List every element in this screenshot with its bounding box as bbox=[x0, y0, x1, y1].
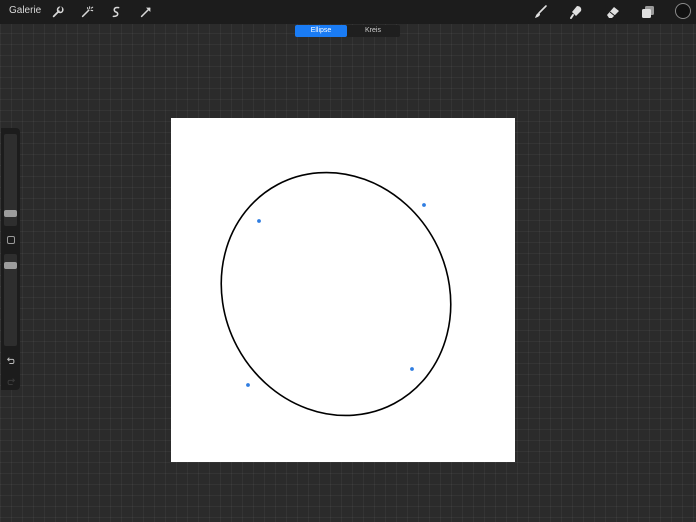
color-picker-swatch[interactable] bbox=[675, 3, 691, 19]
transform-arrow-icon[interactable] bbox=[138, 4, 154, 20]
modify-button[interactable] bbox=[7, 236, 15, 244]
circle-option[interactable]: Kreis bbox=[347, 25, 399, 37]
wrench-icon[interactable] bbox=[50, 4, 66, 20]
layers-icon[interactable] bbox=[639, 3, 657, 21]
ellipse-shape[interactable] bbox=[179, 132, 493, 456]
ellipse-handle-top-right[interactable] bbox=[421, 202, 427, 208]
opacity-handle[interactable] bbox=[4, 262, 17, 269]
undo-icon[interactable] bbox=[5, 355, 16, 366]
ellipse-option[interactable]: Ellipse bbox=[295, 25, 347, 37]
ellipse-handle-top-left[interactable] bbox=[256, 218, 262, 224]
drawing-canvas[interactable] bbox=[171, 118, 515, 462]
selection-icon[interactable] bbox=[108, 4, 124, 20]
eraser-icon[interactable] bbox=[604, 3, 622, 21]
brush-size-handle[interactable] bbox=[4, 210, 17, 217]
brush-icon[interactable] bbox=[532, 3, 550, 21]
smudge-icon[interactable] bbox=[567, 3, 585, 21]
top-toolbar: Galerie bbox=[0, 0, 696, 24]
shape-mode-toggle: Ellipse Kreis bbox=[295, 25, 400, 37]
gallery-button[interactable]: Galerie bbox=[9, 5, 41, 16]
redo-icon[interactable] bbox=[5, 376, 16, 387]
magic-wand-icon[interactable] bbox=[79, 4, 95, 20]
ellipse-handle-bottom-left[interactable] bbox=[245, 382, 251, 388]
left-sidebar bbox=[1, 128, 20, 390]
stroke-gap bbox=[408, 185, 419, 196]
ellipse-handle-bottom-right[interactable] bbox=[409, 366, 415, 372]
